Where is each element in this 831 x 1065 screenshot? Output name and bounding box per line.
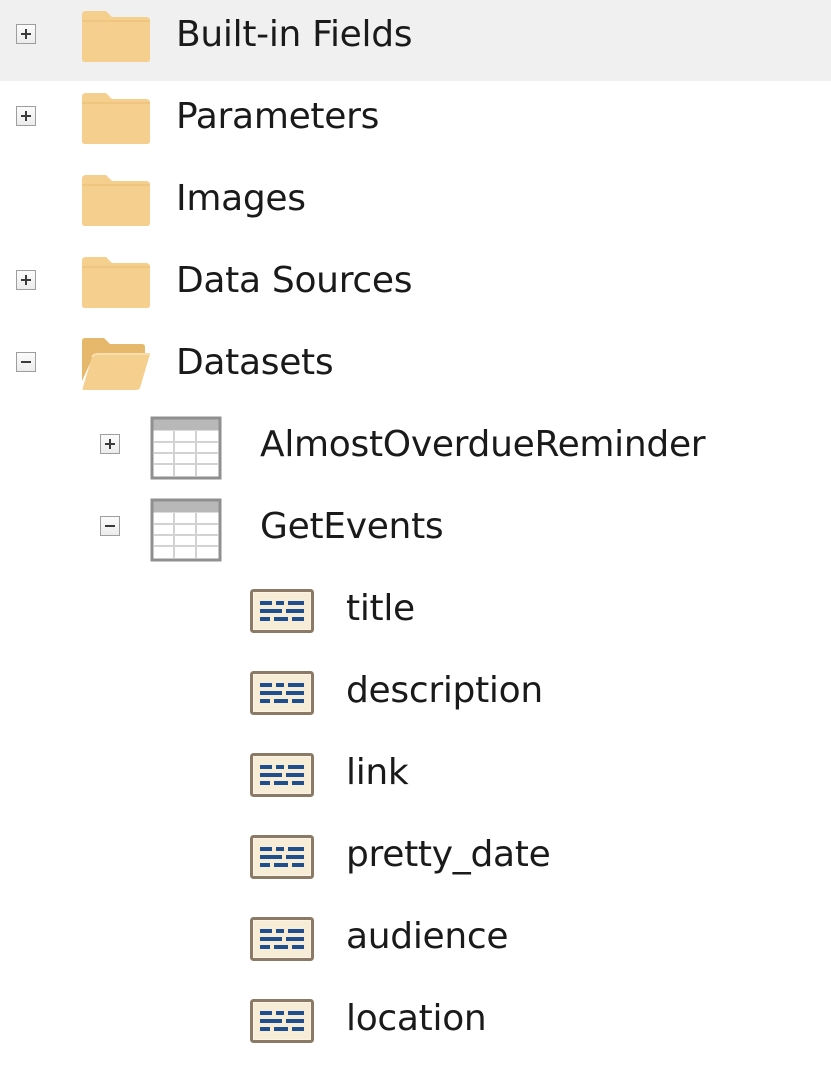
tree-node-label: AlmostOverdueReminder	[260, 424, 706, 465]
tree-node-label: description	[346, 670, 543, 711]
collapse-toggle-minus-icon[interactable]	[100, 516, 120, 536]
tree-node-label: GetEvents	[260, 506, 444, 547]
collapse-toggle-minus-icon[interactable]	[16, 352, 36, 372]
tree-node-audience[interactable]: audience	[0, 901, 831, 983]
tree-node-label: link	[346, 752, 409, 793]
report-data-tree: Built-in Fields Parameters Images Data Sour…	[0, 0, 831, 1043]
table-icon	[150, 416, 222, 480]
tree-node-title[interactable]: title	[0, 573, 831, 655]
expand-toggle-plus-icon[interactable]	[16, 24, 36, 44]
tree-node-label: Parameters	[176, 96, 380, 137]
field-icon	[250, 835, 314, 879]
expand-toggle-plus-icon[interactable]	[16, 270, 36, 290]
folder-icon	[80, 7, 152, 63]
tree-node-link[interactable]: link	[0, 737, 831, 819]
folder-open-icon	[80, 335, 152, 391]
tree-node-label: Built-in Fields	[176, 14, 413, 55]
tree-node-description[interactable]: description	[0, 655, 831, 737]
tree-node-pretty-date[interactable]: pretty_date	[0, 819, 831, 901]
expand-toggle-plus-icon[interactable]	[16, 106, 36, 126]
tree-node-images[interactable]: Images	[0, 163, 831, 245]
folder-icon	[80, 253, 152, 309]
field-icon	[250, 999, 314, 1043]
tree-node-parameters[interactable]: Parameters	[0, 81, 831, 163]
tree-node-getevents[interactable]: GetEvents	[0, 491, 831, 573]
tree-node-data-sources[interactable]: Data Sources	[0, 245, 831, 327]
tree-node-built-in-fields[interactable]: Built-in Fields	[0, 0, 831, 81]
field-icon	[250, 589, 314, 633]
tree-node-label: audience	[346, 916, 509, 957]
tree-node-label: location	[346, 998, 487, 1039]
field-icon	[250, 671, 314, 715]
tree-node-label: Data Sources	[176, 260, 413, 301]
tree-node-label: title	[346, 588, 415, 629]
tree-node-location[interactable]: location	[0, 983, 831, 1065]
tree-node-datasets[interactable]: Datasets	[0, 327, 831, 409]
tree-node-label: Datasets	[176, 342, 334, 383]
tree-node-almostoverduereminder[interactable]: AlmostOverdueReminder	[0, 409, 831, 491]
field-icon	[250, 753, 314, 797]
folder-icon	[80, 171, 152, 227]
tree-node-label: pretty_date	[346, 834, 551, 875]
folder-icon	[80, 89, 152, 145]
tree-node-label: Images	[176, 178, 306, 219]
table-icon	[150, 498, 222, 562]
field-icon	[250, 917, 314, 961]
expand-toggle-plus-icon[interactable]	[100, 434, 120, 454]
